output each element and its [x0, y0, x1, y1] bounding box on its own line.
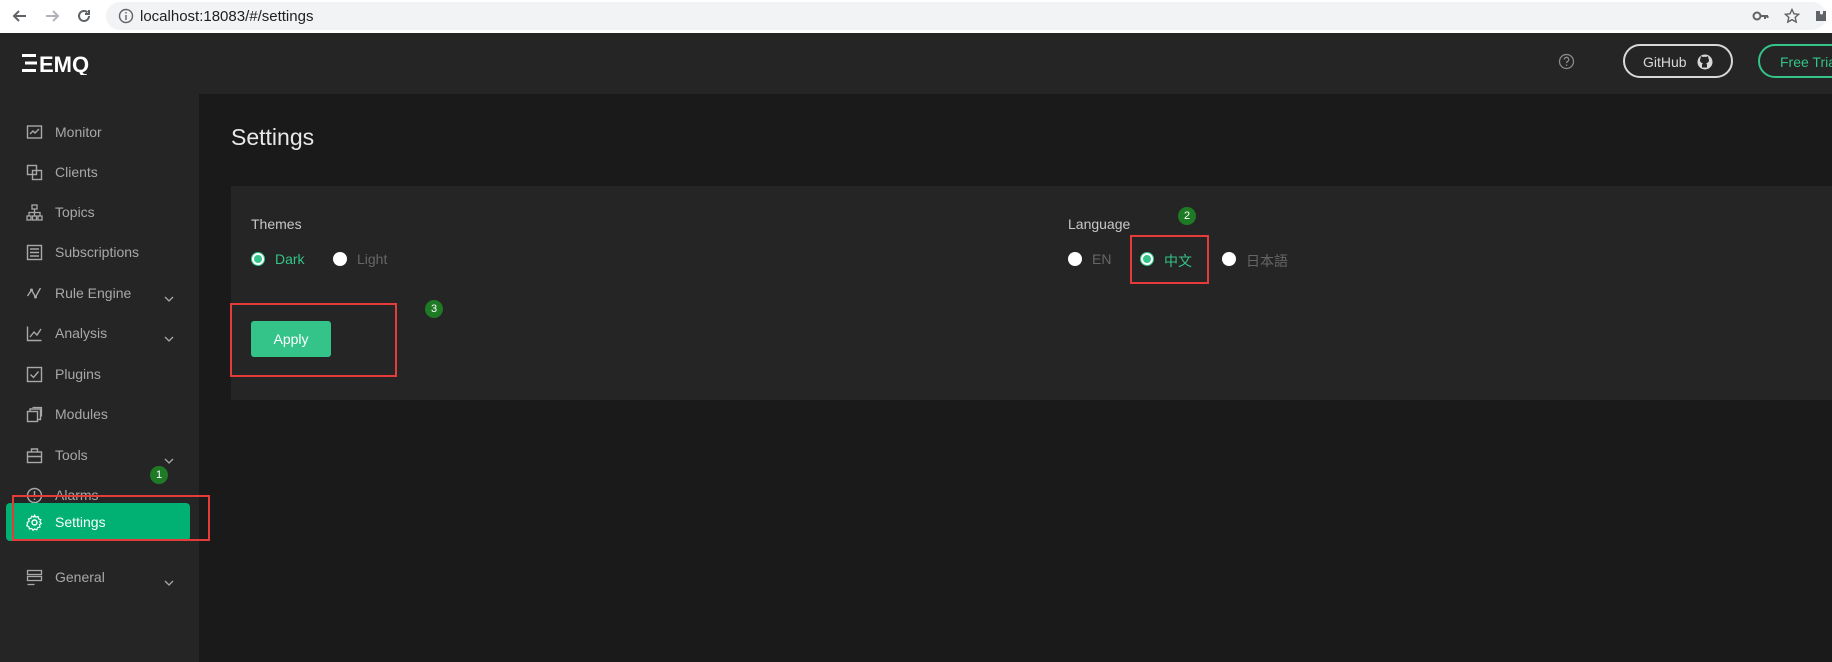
plugins-icon [26, 366, 43, 383]
sidebar-item-label: Plugins [55, 366, 101, 382]
emq-logo[interactable]: EMQ [22, 51, 94, 80]
sidebar-item-label: General [55, 569, 105, 585]
extension-icon[interactable] [1814, 8, 1826, 29]
chevron-down-icon [164, 573, 174, 589]
free-trial-label: Free Trial [1780, 54, 1832, 70]
radio-label: EN [1092, 251, 1112, 267]
sidebar-item-clients[interactable]: Clients [6, 153, 190, 191]
chevron-down-icon [164, 289, 174, 305]
annotation-box-settings [12, 495, 210, 541]
radio-label: Light [357, 251, 388, 267]
subscriptions-icon [26, 244, 43, 261]
top-header: GitHub Free Trial [199, 33, 1832, 94]
bookmark-star-icon[interactable] [1783, 7, 1801, 29]
github-button[interactable]: GitHub [1623, 44, 1733, 78]
radio-label: 日本語 [1246, 253, 1288, 269]
sidebar-item-label: Analysis [55, 325, 108, 341]
sidebar-item-label: Rule Engine [55, 285, 132, 301]
clients-icon [26, 164, 43, 181]
rule-engine-icon [26, 285, 43, 302]
reload-icon[interactable] [72, 4, 96, 28]
address-bar[interactable]: localhost:18083/#/settings [106, 2, 1826, 30]
sidebar-item-general[interactable]: General [6, 558, 190, 596]
annotation-box-apply [230, 303, 397, 377]
annotation-badge: 2 [1178, 207, 1196, 225]
page-title: Settings [231, 124, 315, 150]
sidebar-item-label: Modules [55, 406, 108, 422]
sidebar-item-modules[interactable]: Modules [6, 395, 190, 433]
sidebar-item-topics[interactable]: Topics [6, 193, 190, 231]
sidebar-item-plugins[interactable]: Plugins [6, 355, 190, 393]
browser-bar: localhost:18083/#/settings [0, 0, 1832, 34]
sidebar-item-label: Monitor [55, 124, 102, 140]
sidebar-item-analysis[interactable]: Analysis [6, 314, 190, 352]
site-info-icon[interactable] [118, 8, 134, 29]
back-icon[interactable] [8, 4, 32, 28]
analysis-icon [26, 325, 43, 342]
radio-dot [1222, 252, 1236, 266]
sidebar-item-label: Topics [55, 204, 95, 220]
sidebar: EMQ Monitor Clients Topics Subscriptions… [0, 33, 199, 662]
tools-icon [26, 447, 43, 464]
radio-label: Dark [275, 251, 305, 267]
sidebar-item-label: Subscriptions [55, 244, 140, 260]
free-trial-button[interactable]: Free Trial [1758, 44, 1832, 78]
forward-icon[interactable] [40, 4, 64, 28]
settings-card: Themes Dark Light Language EN 中文 日本語 [231, 186, 1832, 400]
sidebar-item-subscriptions[interactable]: Subscriptions [6, 233, 190, 271]
sidebar-item-rule-engine[interactable]: Rule Engine [6, 274, 190, 312]
language-label: Language [1068, 216, 1131, 232]
radio-dot [1068, 252, 1082, 266]
github-label: GitHub [1643, 54, 1687, 70]
monitor-icon [26, 124, 43, 141]
themes-label: Themes [251, 216, 302, 232]
url-text: localhost:18083/#/settings [140, 8, 314, 25]
github-icon [1697, 54, 1713, 73]
modules-icon [26, 406, 43, 423]
logo-text: EMQ [39, 52, 89, 75]
annotation-box-language [1130, 235, 1209, 284]
radio-dot [251, 252, 265, 266]
chevron-down-icon [164, 329, 174, 345]
help-icon[interactable] [1558, 53, 1575, 75]
general-icon [26, 569, 43, 586]
radio-dot [333, 252, 347, 266]
chevron-down-icon [164, 451, 174, 467]
sidebar-item-monitor[interactable]: Monitor [6, 113, 190, 151]
topics-icon [26, 204, 43, 221]
key-icon[interactable] [1752, 8, 1770, 29]
annotation-badge: 1 [150, 466, 168, 484]
sidebar-item-label: Tools [55, 447, 88, 463]
sidebar-item-label: Clients [55, 164, 98, 180]
annotation-badge: 3 [425, 300, 443, 318]
